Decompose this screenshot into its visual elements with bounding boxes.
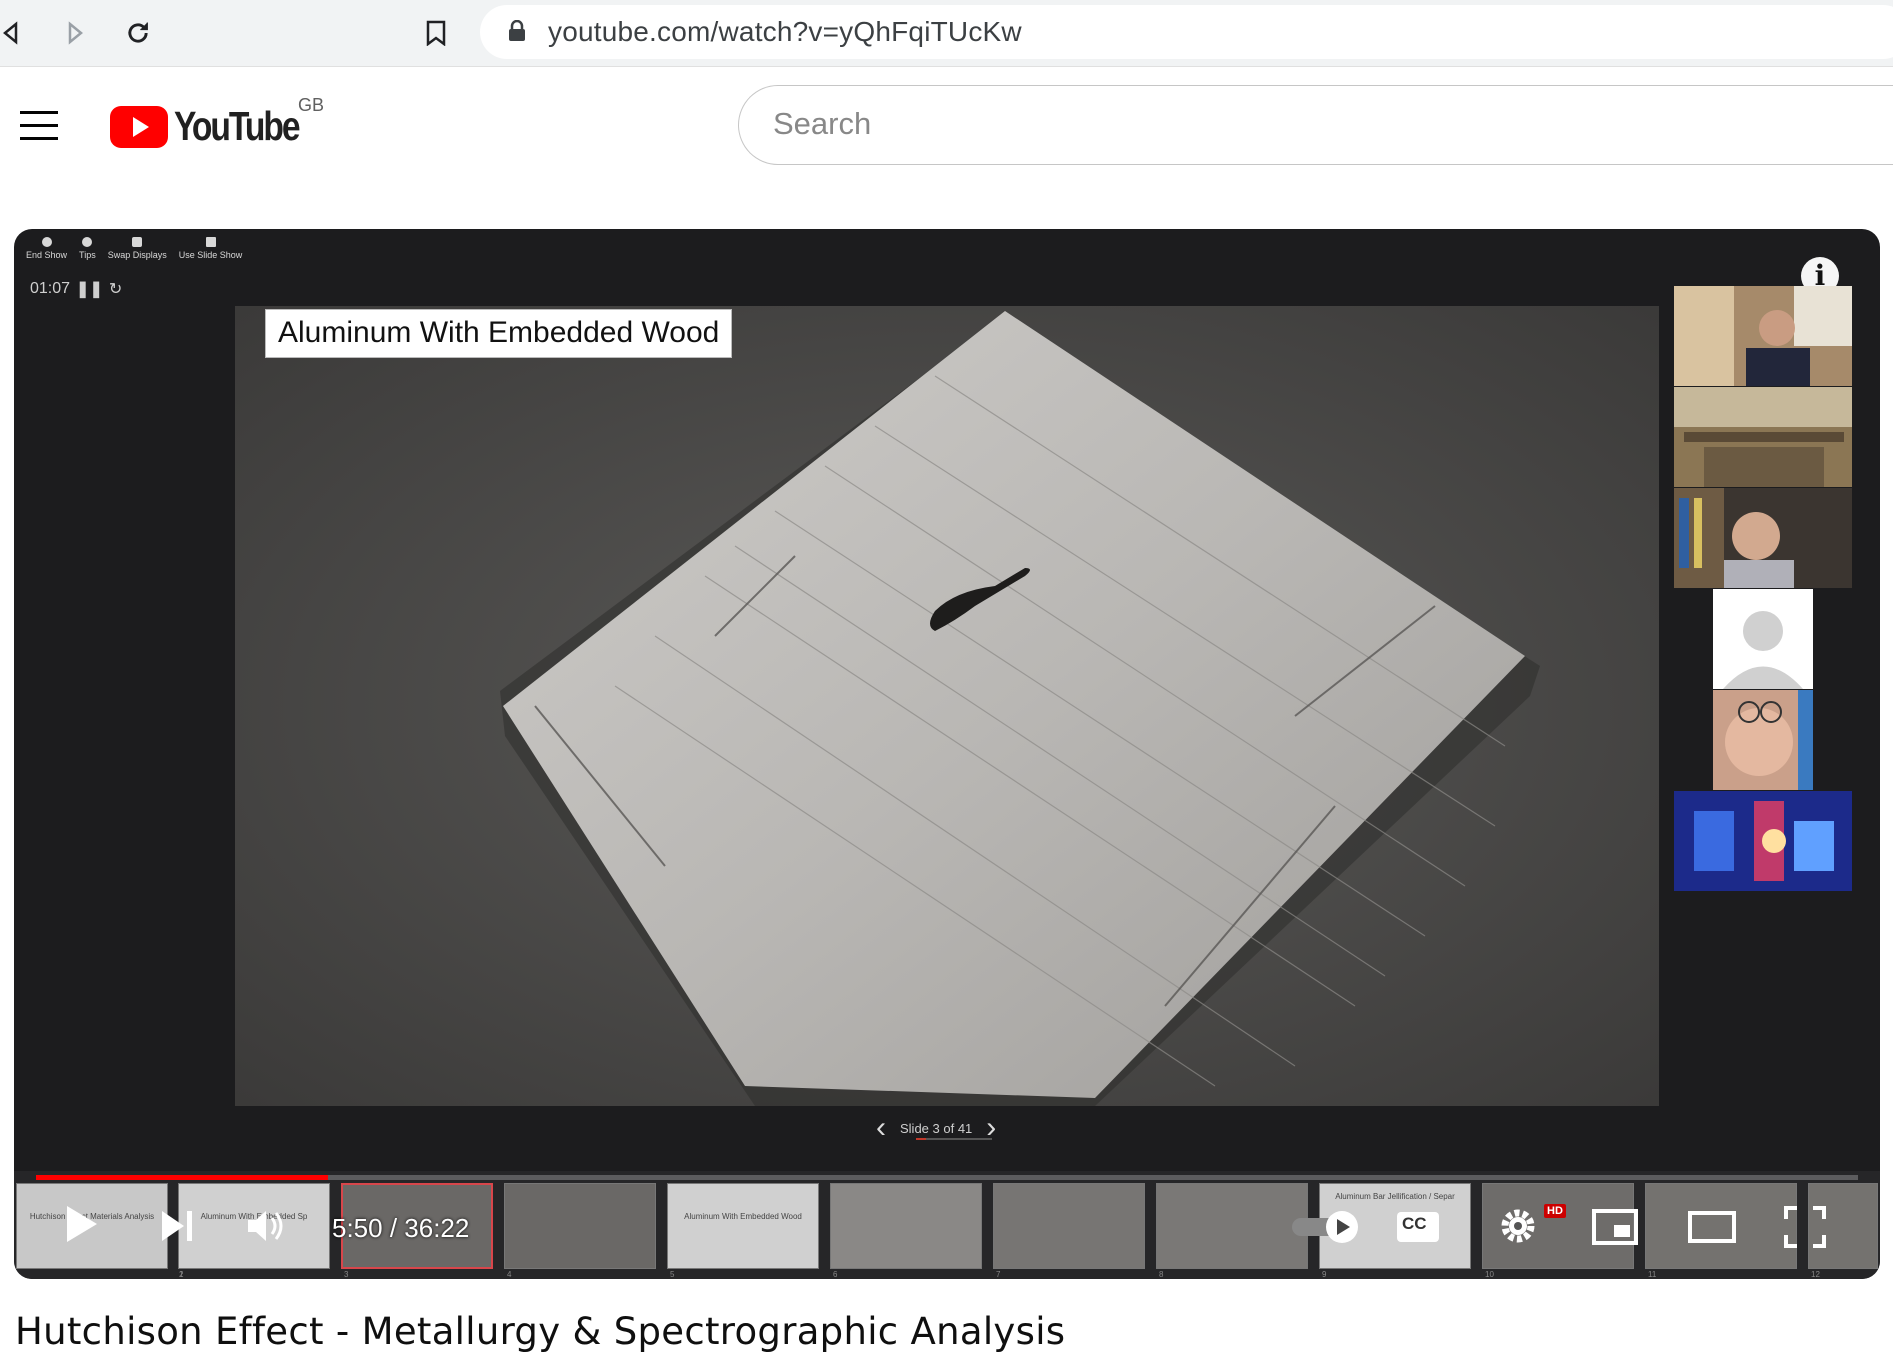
search-placeholder: Search (773, 106, 872, 141)
aluminum-block-photo (235, 306, 1659, 1106)
youtube-wordmark: YouTube (174, 103, 301, 149)
address-bar[interactable]: youtube.com/watch?v=yQhFqiTUcKw (480, 5, 1893, 59)
youtube-play-logo-icon (110, 105, 168, 148)
presentation-timer: 01:07 ❚❚ ↻ (30, 280, 123, 298)
volume-icon[interactable] (242, 1204, 292, 1248)
miniplayer-icon[interactable] (1590, 1205, 1640, 1249)
url-text: youtube.com/watch?v=yQhFqiTUcKw (548, 16, 1022, 47)
participant-video (1674, 488, 1852, 588)
chevron-right-icon[interactable]: › (986, 1113, 996, 1143)
settings-gear-icon[interactable] (1494, 1202, 1542, 1250)
slide-thumbnail (993, 1183, 1145, 1269)
pause-icon: ❚❚ (76, 281, 103, 298)
swap-displays-button: Swap Displays (108, 237, 167, 260)
reload-icon[interactable] (118, 13, 158, 53)
participant-video (1674, 791, 1852, 891)
slide-navigator: ‹ Slide 3 of 41 › (876, 1113, 996, 1143)
chevron-left-icon[interactable]: ‹ (876, 1113, 886, 1143)
slide-progress (916, 1138, 992, 1140)
slide-thumbnail: Aluminum With Embedded Wood (667, 1183, 819, 1269)
restart-icon: ↻ (108, 281, 123, 298)
participant-avatar (1713, 589, 1813, 689)
video-title: Hutchison Effect - Metallurgy & Spectrog… (15, 1310, 1066, 1353)
end-show-button: End Show (26, 237, 67, 260)
info-circle-icon (82, 237, 93, 247)
subtitles-button[interactable]: CC (1394, 1205, 1442, 1249)
bookmark-icon[interactable] (416, 13, 456, 53)
participant-video (1674, 387, 1852, 487)
slide-title: Aluminum With Embedded Wood (265, 309, 733, 358)
participant-video (1674, 286, 1852, 386)
slide-thumbnail (830, 1183, 982, 1269)
region-label: GB (298, 95, 325, 115)
fullscreen-icon[interactable] (1780, 1203, 1830, 1251)
youtube-header: YouTube GB Search (0, 67, 1893, 187)
tips-button: Tips (79, 237, 96, 260)
next-video-icon[interactable] (154, 1204, 200, 1248)
hd-badge: HD (1544, 1204, 1566, 1218)
autoplay-toggle[interactable] (1290, 1209, 1362, 1245)
search-input[interactable]: Search (738, 85, 1893, 165)
youtube-logo[interactable]: YouTube (110, 103, 326, 150)
menu-icon[interactable] (20, 111, 58, 141)
video-player[interactable]: End Show Tips Swap Displays Use Slide Sh… (14, 229, 1880, 1279)
slideshow-toolbar: End Show Tips Swap Displays Use Slide Sh… (26, 237, 242, 260)
browser-toolbar: youtube.com/watch?v=yQhFqiTUcKw (0, 0, 1893, 67)
use-slide-show-button: Use Slide Show (179, 237, 242, 260)
time-display: 5:50 / 36:22 (332, 1213, 470, 1243)
slide-image: Aluminum With Embedded Wood (235, 306, 1659, 1106)
forward-icon[interactable] (54, 13, 94, 53)
slide-thumbnail (504, 1183, 656, 1269)
slide-counter: Slide 3 of 41 (900, 1120, 973, 1136)
participant-video (1713, 690, 1813, 790)
cc-label: CC (1402, 1214, 1427, 1233)
close-circle-icon (41, 237, 52, 247)
lock-icon (508, 19, 526, 47)
progress-played (36, 1175, 328, 1180)
slide-thumbnail (1156, 1183, 1308, 1269)
theater-mode-icon[interactable] (1686, 1205, 1738, 1249)
play-icon[interactable] (56, 1199, 106, 1249)
back-icon[interactable] (0, 13, 32, 53)
swap-icon (132, 237, 143, 247)
window-icon (205, 237, 216, 247)
